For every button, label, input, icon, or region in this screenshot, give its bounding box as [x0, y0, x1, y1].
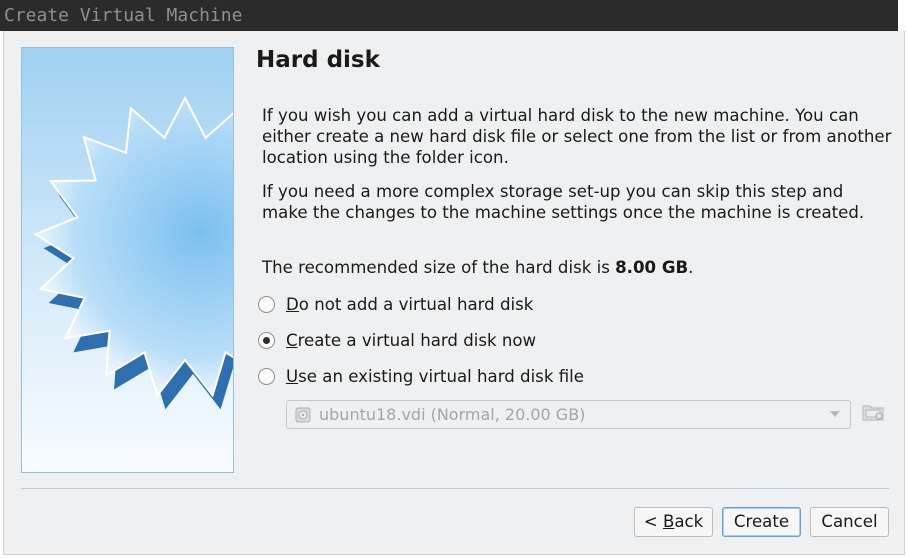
page-title: Hard disk [256, 47, 380, 73]
cancel-button[interactable]: Cancel [810, 507, 889, 537]
existing-disk-radio[interactable] [258, 367, 275, 385]
back-button[interactable]: < Back [634, 507, 713, 537]
create-disk-label[interactable]: Create a virtual hard disk now [286, 331, 536, 350]
recommended-size-prefix: The recommended size of the hard disk is [262, 258, 616, 277]
existing-disk-value: ubuntu18.vdi (Normal, 20.00 GB) [319, 405, 586, 424]
no-disk-mnemonic: D [286, 294, 299, 314]
back-prefix: < [643, 512, 663, 531]
button-divider [21, 488, 889, 489]
recommended-size-text: The recommended size of the hard disk is… [262, 257, 892, 278]
existing-disk-mnemonic: U [286, 366, 299, 386]
option-create-disk[interactable]: Create a virtual hard disk now [258, 328, 536, 352]
folder-icon [862, 402, 886, 426]
create-button[interactable]: Create [722, 507, 801, 537]
existing-disk-label[interactable]: Use an existing virtual hard disk file [286, 367, 584, 386]
hard-disk-icon [295, 407, 311, 423]
choose-disk-file-button[interactable] [860, 400, 888, 428]
existing-disk-label-text: se an existing virtual hard disk file [298, 366, 584, 386]
back-mnemonic: B [662, 512, 675, 531]
chevron-down-icon [830, 411, 840, 417]
no-disk-label-text: o not add a virtual hard disk [298, 294, 534, 314]
no-disk-radio[interactable] [258, 295, 275, 313]
create-vm-dialog: Hard disk If you wish you can add a virt… [3, 31, 905, 555]
starburst-graphic [22, 48, 233, 472]
recommended-size-value: 8.00 GB [615, 258, 689, 277]
create-disk-radio[interactable] [258, 331, 275, 349]
storage-paragraph: If you need a more complex storage set-u… [262, 182, 865, 222]
create-disk-label-text: reate a virtual hard disk now [297, 330, 537, 350]
intro-paragraph: If you wish you can add a virtual hard d… [262, 106, 892, 167]
option-no-disk[interactable]: Do not add a virtual hard disk [258, 292, 533, 316]
no-disk-label[interactable]: Do not add a virtual hard disk [286, 295, 533, 314]
create-disk-mnemonic: C [286, 330, 298, 350]
back-label-rest: ack [674, 512, 704, 531]
window-title: Create Virtual Machine [4, 5, 243, 26]
existing-disk-select[interactable]: ubuntu18.vdi (Normal, 20.00 GB) [286, 400, 851, 429]
window-title-bar: Create Virtual Machine [0, 0, 908, 31]
wizard-starburst-image [21, 47, 234, 473]
recommended-size-suffix: . [688, 258, 694, 277]
option-existing-disk[interactable]: Use an existing virtual hard disk file [258, 364, 584, 388]
